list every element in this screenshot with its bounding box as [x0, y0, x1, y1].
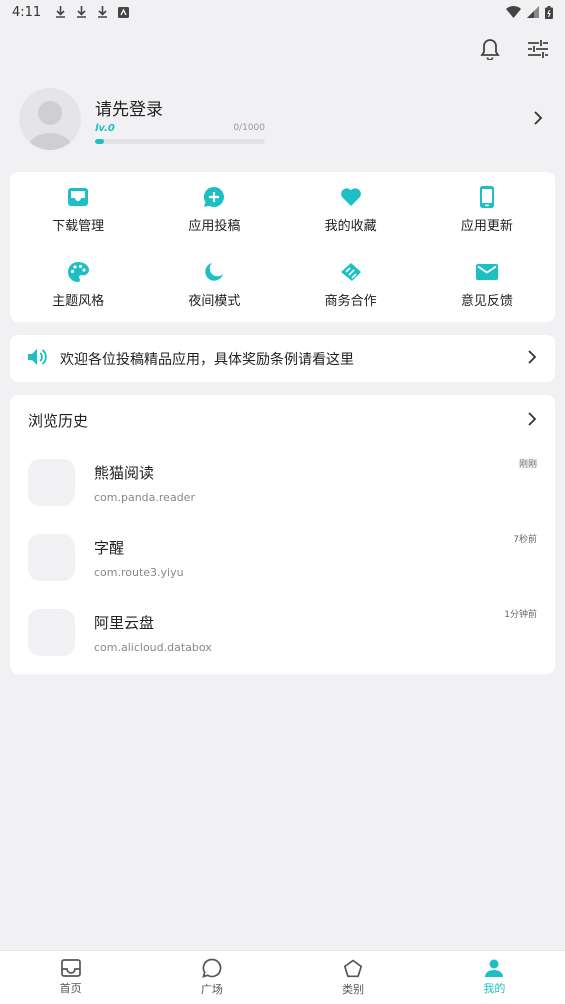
bottom-navigation: 首页 广场 类别 我的 — [0, 950, 565, 1004]
download-icon — [98, 6, 108, 18]
business-cooperation-button[interactable]: 商务合作 — [283, 247, 419, 322]
visit-time: 刚刚 — [518, 460, 537, 470]
avatar[interactable] — [19, 88, 81, 150]
app-package: com.alicloud.databox — [94, 640, 212, 654]
feedback-button[interactable]: 意见反馈 — [419, 247, 555, 322]
top-actions — [479, 38, 549, 60]
feature-grid: 下载管理 应用投稿 我的收藏 应用更新 主题风格 夜间模式 商务合作 意见反馈 — [10, 172, 555, 322]
download-icon — [77, 6, 87, 18]
download-icon — [56, 6, 66, 18]
grid-label: 商务合作 — [324, 293, 377, 309]
nav-square[interactable]: 广场 — [141, 951, 282, 1004]
person-icon — [485, 959, 504, 977]
theme-style-button[interactable]: 主题风格 — [10, 247, 146, 322]
download-manager-button[interactable]: 下载管理 — [10, 172, 146, 247]
speaker-icon — [28, 348, 48, 370]
app-name: 熊猫阅读 — [94, 463, 155, 482]
status-bar: 4:11 — [0, 0, 565, 24]
app-icon-placeholder — [28, 609, 75, 656]
bell-icon — [480, 39, 500, 60]
default-avatar-icon — [27, 101, 73, 150]
history-title: 浏览历史 — [28, 411, 89, 430]
nav-home[interactable]: 首页 — [0, 951, 141, 1004]
app-text: 阿里云盘 com.alicloud.databox — [94, 612, 212, 654]
night-mode-button[interactable]: 夜间模式 — [146, 247, 282, 322]
profile-header[interactable]: 请先登录 lv.0 0/1000 — [19, 88, 549, 150]
app-icon-placeholder — [28, 459, 75, 506]
nav-label: 首页 — [59, 982, 82, 995]
pentagon-icon — [343, 958, 363, 977]
home-inbox-icon — [60, 959, 81, 977]
announcement-text: 欢迎各位投稿精品应用，具体奖励条例请看这里 — [60, 351, 354, 368]
app-update-button[interactable]: 应用更新 — [419, 172, 555, 247]
chevron-right-icon — [527, 349, 537, 368]
level-label: lv.0 — [95, 122, 115, 134]
grid-label: 应用更新 — [460, 218, 513, 234]
submit-app-button[interactable]: 应用投稿 — [146, 172, 282, 247]
nav-category[interactable]: 类别 — [283, 951, 424, 1004]
nav-label: 广场 — [200, 983, 223, 996]
chat-bubble-icon — [202, 958, 222, 978]
nav-label: 我的 — [483, 982, 506, 995]
grid-label: 下载管理 — [52, 218, 105, 234]
grid-label: 我的收藏 — [324, 218, 377, 234]
settings-button[interactable] — [527, 38, 549, 60]
exp-count: 0/1000 — [233, 123, 265, 133]
notification-bell-button[interactable] — [479, 38, 501, 60]
grid-label: 意见反馈 — [460, 293, 513, 309]
favorites-button[interactable]: 我的收藏 — [283, 172, 419, 247]
app-name: 字醒 — [94, 538, 125, 557]
history-item[interactable]: 字醒 com.route3.yiyu 7秒前 — [10, 520, 555, 595]
history-header[interactable]: 浏览历史 — [10, 395, 555, 445]
history-item[interactable]: 熊猫阅读 com.panda.reader 刚刚 — [10, 445, 555, 520]
sliders-icon — [528, 40, 548, 58]
status-time: 4:11 — [12, 4, 42, 20]
add-chat-icon — [203, 186, 225, 208]
nav-label: 类别 — [342, 982, 365, 996]
moon-icon — [203, 261, 225, 283]
history-item[interactable]: 阿里云盘 com.alicloud.databox 1分钟前 — [10, 595, 555, 670]
notification-icons — [55, 6, 130, 18]
visit-time: 7秒前 — [513, 535, 537, 545]
chevron-right-icon[interactable] — [533, 110, 543, 129]
signal-icon — [527, 6, 539, 18]
exp-progress-fill — [95, 138, 104, 144]
chevron-right-icon — [527, 411, 537, 430]
app-icon-placeholder — [28, 534, 75, 581]
profile-info: 请先登录 lv.0 0/1000 — [95, 95, 265, 144]
grid-label: 主题风格 — [52, 293, 105, 309]
grid-label: 应用投稿 — [188, 218, 241, 234]
level-row: lv.0 0/1000 — [95, 123, 265, 134]
battery-icon — [545, 5, 553, 19]
visit-time: 1分钟前 — [504, 610, 537, 620]
app-name: 阿里云盘 — [94, 613, 155, 632]
app-text: 熊猫阅读 com.panda.reader — [94, 462, 195, 504]
app-notification-icon — [118, 6, 130, 18]
system-icons — [506, 5, 553, 19]
login-prompt[interactable]: 请先登录 — [95, 95, 265, 120]
browse-history-card: 浏览历史 熊猫阅读 com.panda.reader 刚刚 字醒 com.rou… — [10, 395, 555, 674]
exp-progress-bar — [95, 138, 265, 144]
app-package: com.route3.yiyu — [94, 565, 184, 579]
mail-icon — [475, 261, 498, 283]
inbox-icon — [67, 186, 89, 208]
phone-icon — [476, 185, 498, 208]
app-text: 字醒 com.route3.yiyu — [94, 537, 184, 579]
announcement-banner[interactable]: 欢迎各位投稿精品应用，具体奖励条例请看这里 — [10, 335, 555, 382]
heart-icon — [340, 186, 362, 208]
app-package: com.panda.reader — [94, 490, 195, 504]
nav-mine[interactable]: 我的 — [424, 951, 565, 1004]
handshake-icon — [340, 261, 362, 283]
wifi-icon — [506, 6, 521, 18]
palette-icon — [67, 261, 90, 283]
grid-label: 夜间模式 — [188, 293, 241, 309]
